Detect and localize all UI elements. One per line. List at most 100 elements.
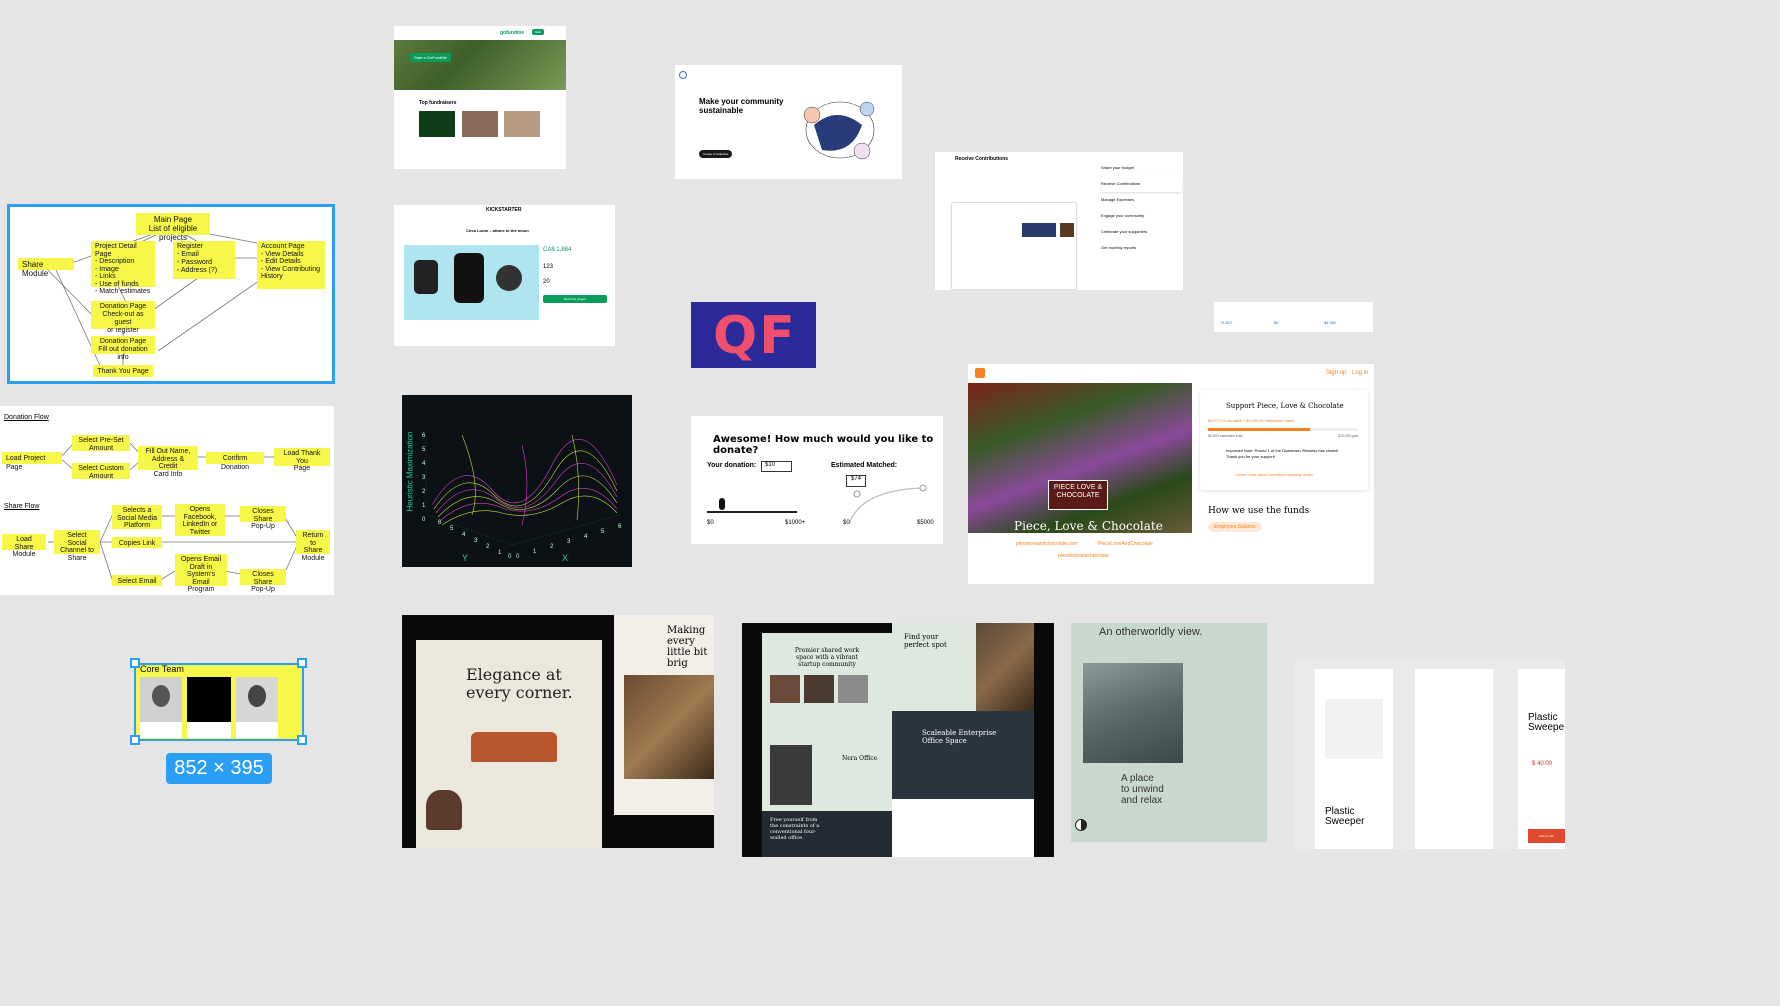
stat-value-1: 71,817: [1220, 320, 1233, 325]
sweeper-page-2: [1415, 669, 1493, 849]
select-preset-node: Select Pre-Set Amount: [72, 435, 130, 452]
kickstarter-title: Circa Lunar – attune to the moon: [466, 228, 529, 233]
kickstarter-days: 20: [543, 279, 550, 285]
donate-question: Awesome! How much would you like to dona…: [713, 434, 934, 456]
cowork-photo-4: [770, 745, 812, 805]
gofundme-logo: gofundme: [500, 30, 525, 36]
return-share-node: Return to Share Module: [296, 530, 330, 562]
stats-strip-frame[interactable]: 71,817 $0 $4,981: [1214, 302, 1373, 332]
sweeper-title: Plastic Sweeper: [1325, 806, 1365, 827]
facebook-link[interactable]: PieceLoveAndChocolate: [1098, 541, 1153, 547]
menu-item[interactable]: Celebrate your supporters: [1101, 224, 1181, 240]
elegance-page: Elegance at every corner.: [416, 640, 602, 848]
closes-share-node-1: Closes Share Pop-Up: [240, 506, 286, 530]
slider-min-2: $0: [843, 520, 850, 526]
resize-handle-tr[interactable]: [297, 658, 307, 668]
load-thank-you-node: Load Thank You Page: [274, 448, 330, 472]
gofundme-frame[interactable]: gofundme Start Start a GoFundMe Top fund…: [394, 26, 566, 169]
kickstarter-media: [404, 245, 539, 320]
app-logo-icon: [975, 368, 985, 378]
slider-max-1: $1000+: [785, 520, 806, 526]
enterprise-heading: Scaleable Enterprise Office Space: [922, 729, 997, 745]
resize-handle-tl[interactable]: [130, 658, 140, 668]
cowork-photo-3: [838, 675, 868, 703]
fundraiser-card-3[interactable]: [504, 111, 540, 137]
elegance-frame[interactable]: Elegance at every corner. Making every l…: [402, 615, 714, 848]
otherworldly-frame[interactable]: An otherworldly view. A place to unwind …: [1071, 623, 1267, 842]
cowork-hero: Premier shared work space with a vibrant…: [794, 647, 860, 668]
goal-amount: $10,000 goal: [1338, 434, 1359, 438]
user-flows-frame[interactable]: Donation Flow Load Project Page Select P…: [0, 406, 334, 595]
learn-more-link[interactable]: Learn more about donation matching works: [1236, 472, 1313, 477]
gofundme-heading: Top fundraisers: [419, 100, 457, 106]
menu-item[interactable]: Manage Expenses: [1101, 192, 1181, 208]
y-tick-label: 5: [450, 526, 454, 532]
elegance-heading: Elegance at every corner.: [466, 665, 573, 702]
selection-outline[interactable]: [7, 204, 335, 384]
donate-widget-frame[interactable]: Awesome! How much would you like to dona…: [691, 416, 943, 544]
gofundme-hero: [394, 40, 566, 90]
menu-item[interactable]: Engage your community: [1101, 208, 1181, 224]
copies-link-node: Copies Link: [112, 537, 162, 548]
dimension-badge: 852 × 395: [166, 753, 272, 784]
resize-handle-br[interactable]: [297, 735, 307, 745]
cowork-photo-1: [770, 675, 800, 703]
fundraiser-card-1[interactable]: [419, 111, 455, 137]
select-social-node: Select Social Channel to Share: [54, 530, 100, 562]
core-team-selection[interactable]: [134, 663, 304, 741]
qf-logo: QF: [713, 306, 797, 366]
cowork-frame[interactable]: Premier shared work space with a vibrant…: [742, 623, 1054, 857]
y-tick-label: 3: [474, 538, 478, 544]
interior-photo: [624, 675, 714, 779]
sweeper-page-3: Plastic Sweepe $ 40.00 Add to Cart: [1518, 669, 1565, 849]
closes-share-node-2: Closes Share Pop-Up: [240, 569, 286, 593]
website-link[interactable]: pieceloveandchocolate.com: [1016, 541, 1078, 547]
gofundme-start-button[interactable]: Start: [532, 29, 545, 35]
kickstarter-frame[interactable]: KICKSTARTER Circa Lunar – attune to the …: [394, 205, 615, 346]
support-card: Support Piece, Love & Chocolate $2,077.1…: [1200, 390, 1368, 490]
x-tick-label: 1: [533, 549, 537, 555]
signup-link[interactable]: Sign up: [1326, 370, 1346, 376]
fundraiser-card-2[interactable]: [462, 111, 498, 137]
add-to-cart-button[interactable]: Add to Cart: [1528, 829, 1565, 843]
qf-logo-frame[interactable]: QF: [691, 302, 816, 368]
x-tick-label: 2: [550, 544, 554, 550]
surface-chart-frame[interactable]: Heuristic Maximization Y X 6 5 4 3 2 1 0…: [402, 395, 632, 567]
piece-love-frame[interactable]: Sign up Log in PIECE LOVE & CHOCOLATE Pi…: [968, 364, 1374, 584]
kickstarter-logo: KICKSTARTER: [486, 207, 522, 213]
z-tick-label: 3: [422, 475, 426, 481]
menu-item[interactable]: Get monthly reports: [1101, 240, 1181, 256]
contrast-toggle-icon[interactable]: [1075, 819, 1087, 831]
instagram-link[interactable]: pieceloveandchocolate: [1058, 553, 1109, 559]
oc-create-button[interactable]: Create a Collective: [699, 150, 733, 158]
back-project-button[interactable]: Back this project: [543, 295, 607, 303]
cowork-page-2: Find your perfect spot Scaleable Enterpr…: [892, 623, 1034, 857]
opencollective-frame[interactable]: Make your community sustainable Create a…: [675, 65, 902, 179]
funds-tag[interactable]: Employee Salaries: [1208, 522, 1262, 532]
sweeper-frame[interactable]: Plastic Sweeper Plastic Sweepe $ 40.00 A…: [1295, 659, 1565, 849]
your-donation-input[interactable]: $10: [761, 461, 792, 472]
load-share-node: Load Share Module: [2, 534, 46, 558]
kickstarter-pledged: CA$ 1,884: [543, 247, 572, 253]
menu-item[interactable]: Receive Contributions: [1101, 176, 1181, 192]
x-tick-label: 3: [567, 539, 571, 545]
contributor-modal[interactable]: [951, 202, 1077, 290]
y-tick-label: 4: [462, 532, 466, 538]
user-flow-connectors: [48, 442, 297, 580]
resize-handle-bl[interactable]: [130, 735, 140, 745]
side-heading: Making every little bit brig: [667, 625, 708, 669]
menu-item[interactable]: Share your budget: [1101, 160, 1181, 176]
estimated-total: $6,823 estimated total: [1208, 434, 1243, 438]
receive-contributions-frame[interactable]: Receive Contributions Share your budget …: [935, 152, 1183, 290]
enterprise-band: Scaleable Enterprise Office Space: [892, 711, 1034, 799]
office-photo: [976, 623, 1034, 711]
y-tick-label: 1: [498, 550, 502, 556]
y-axis-label: Y: [462, 553, 469, 563]
oc-logo: [679, 71, 687, 79]
login-link[interactable]: Log in: [1352, 370, 1368, 376]
x-tick-label: 0: [516, 554, 520, 560]
find-heading: Find your perfect spot: [904, 633, 947, 649]
gofundme-cta-button[interactable]: Start a GoFundMe: [410, 53, 451, 62]
z-tick-label: 5: [422, 447, 426, 453]
confirm-donation-node: Confirm Donation: [206, 452, 264, 471]
